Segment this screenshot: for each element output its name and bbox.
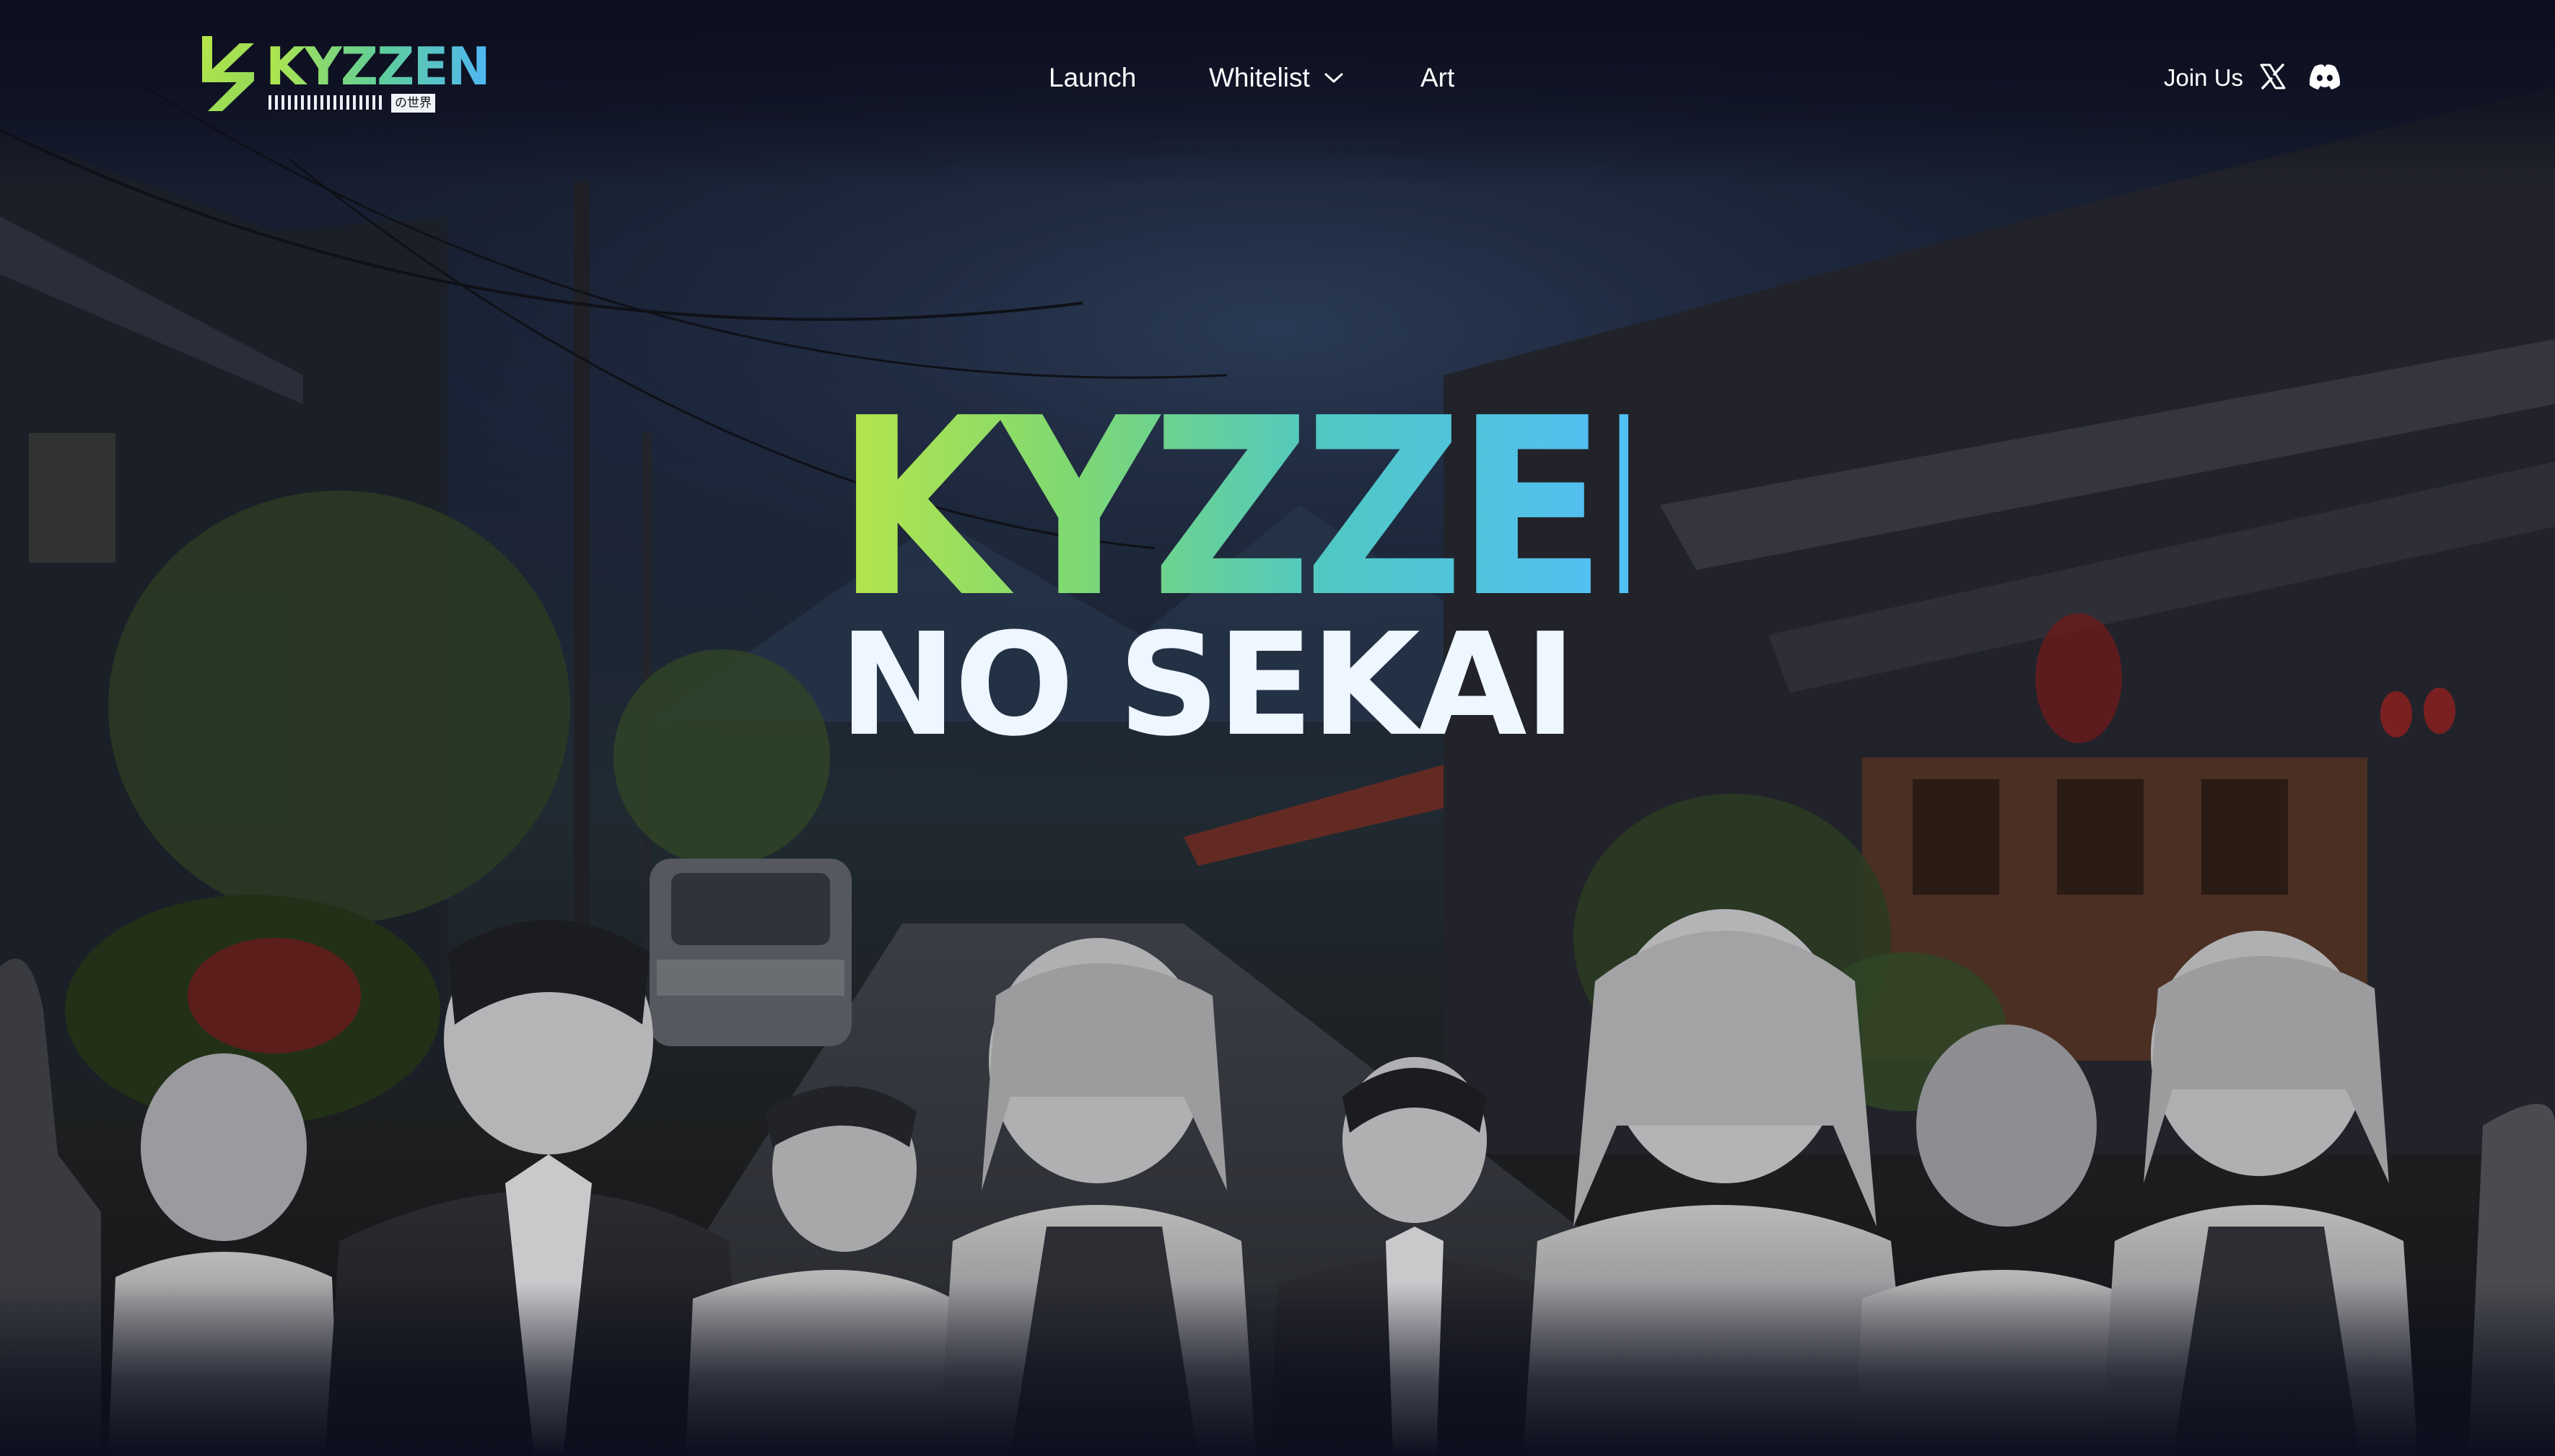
discord-link[interactable] <box>2307 62 2342 91</box>
site-header: KYZZEN の世界 Launch Whitelist Art Join Us <box>0 0 2555 155</box>
join-us-label: Join Us <box>2164 64 2244 91</box>
bottom-shade <box>0 1283 2555 1456</box>
logo-tagline: の世界 <box>391 94 435 113</box>
logo-barcode <box>268 95 384 110</box>
nav-whitelist-label: Whitelist <box>1209 63 1310 92</box>
hero-subtitle: NO SEKAI <box>839 603 1576 768</box>
site-logo[interactable]: KYZZEN の世界 <box>202 36 491 115</box>
hero-section: KYZZEN NO SEKAI <box>836 366 1784 768</box>
x-twitter-icon <box>2260 63 2286 89</box>
nav-art[interactable]: Art <box>1420 56 1454 100</box>
nav-whitelist[interactable]: Whitelist <box>1209 56 1345 100</box>
chevron-down-icon <box>1324 73 1343 83</box>
hero-title: KYZZEN <box>836 366 1784 652</box>
nav-launch[interactable]: Launch <box>1049 56 1136 100</box>
logo-wordmark: KYZZEN <box>266 36 491 97</box>
x-twitter-link[interactable] <box>2258 62 2287 91</box>
kyzzen-logo-mark-icon <box>202 36 254 111</box>
discord-icon <box>2309 64 2341 89</box>
